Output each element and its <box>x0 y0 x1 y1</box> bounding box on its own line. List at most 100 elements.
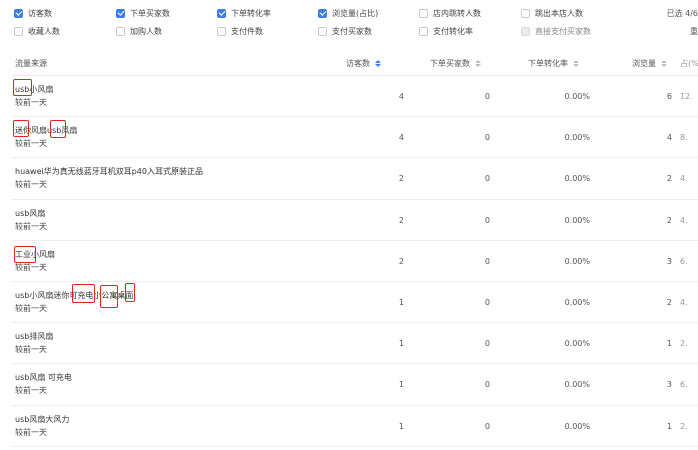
checkbox-icon[interactable] <box>116 26 125 36</box>
order-conversion-cell: 0.00% <box>564 215 590 225</box>
order-conversion-cell: 0.00% <box>564 256 590 266</box>
filter-overflow-text: 重 <box>690 26 698 36</box>
filter-label: 跳出本店人数 <box>535 8 583 18</box>
filter-label: 支付转化率 <box>433 26 473 36</box>
table-row: usb风扇 较前一天 2 0 0.00% 2 4. <box>12 200 698 241</box>
source-cell: 迷你风扇usb风扇 较前一天 <box>15 124 77 150</box>
table-row: usb风扇 可充电 较前一天 1 0 0.00% 3 6. <box>12 364 698 406</box>
visitors-cell: 1 <box>398 339 404 349</box>
pageview-share-cell: 12. <box>680 92 693 101</box>
table-row: 迷你风扇usb风扇 较前一天 4 0 0.00% 4 8. <box>12 117 698 159</box>
checkbox-checked-icon[interactable] <box>14 8 23 18</box>
source-name[interactable]: usb风扇大风力 <box>15 413 69 426</box>
source-name[interactable]: usb小风扇迷你可充电小公寓桌面 <box>15 289 133 302</box>
visitors-cell: 4 <box>398 133 404 143</box>
source-cell: usb小风扇迷你可充电小公寓桌面 较前一天 <box>15 289 133 315</box>
pageview-share-cell: 8. <box>680 133 688 143</box>
pageviews-cell: 6 <box>666 92 672 101</box>
header-visitors[interactable]: 访客数 <box>346 50 381 76</box>
table-body: usb小风扇 较前一天 4 0 0.00% 6 12. 迷你风扇usb风扇 较前一天 4 0 0.00… <box>12 76 698 447</box>
source-cell: usb小风扇 较前一天 <box>15 83 53 109</box>
source-name[interactable]: huawei华为真无线蓝牙耳机双耳p40入耳式原装正品 <box>15 165 203 178</box>
filter-favorites[interactable]: 收藏人数 <box>14 22 60 40</box>
sort-icon[interactable] <box>661 59 667 67</box>
source-name[interactable]: 工业小风扇 <box>15 248 55 261</box>
compare-label: 较前一天 <box>15 303 47 313</box>
header-label: 下单买家数 <box>430 58 470 68</box>
source-cell: usb风扇 可充电 较前一天 <box>15 371 72 397</box>
compare-label: 较前一天 <box>15 262 47 272</box>
filter-in-store-jumps[interactable]: 店内跳转人数 <box>419 4 481 22</box>
source-cell: usb风扇 较前一天 <box>15 207 47 233</box>
header-source: 流量来源 <box>15 58 47 68</box>
order-buyers-cell: 0 <box>484 339 490 349</box>
filter-paid-items[interactable]: 支付件数 <box>217 22 263 40</box>
filter-bounce[interactable]: 跳出本店人数 <box>521 4 583 22</box>
order-buyers-cell: 0 <box>484 174 490 184</box>
checkbox-icon[interactable] <box>318 26 327 36</box>
order-buyers-cell: 0 <box>484 380 490 390</box>
pageviews-cell: 3 <box>666 256 672 266</box>
sort-icon[interactable] <box>573 59 579 67</box>
visitors-cell: 4 <box>398 92 404 101</box>
source-name[interactable]: 迷你风扇usb风扇 <box>15 124 77 137</box>
pageviews-cell: 2 <box>666 215 672 225</box>
checkbox-checked-icon[interactable] <box>318 8 327 18</box>
header-label: 访客数 <box>346 58 370 68</box>
order-buyers-cell: 0 <box>484 92 490 101</box>
filter-direct-paid-buyers: 直接支付买家数 <box>521 22 591 40</box>
traffic-source-table: 流量来源 访客数 下单买家数 下单转化率 浏览量 占(% usb小风扇 较前一天 4… <box>12 50 698 447</box>
checkbox-checked-icon[interactable] <box>217 8 226 18</box>
compare-label: 较前一天 <box>15 386 47 396</box>
order-conversion-cell: 0.00% <box>564 380 590 390</box>
source-name[interactable]: usb风扇 可充电 <box>15 371 72 384</box>
table-row: usb排风扇 较前一天 1 0 0.00% 1 2. <box>12 323 698 365</box>
source-cell: usb风扇大风力 较前一天 <box>15 413 69 439</box>
compare-label: 较前一天 <box>15 139 47 149</box>
checkbox-icon[interactable] <box>521 8 530 18</box>
checkbox-icon[interactable] <box>14 26 23 36</box>
source-name[interactable]: usb小风扇 <box>15 83 53 96</box>
visitors-cell: 2 <box>398 174 404 184</box>
filter-paid-buyers[interactable]: 支付买家数 <box>318 22 372 40</box>
checkbox-icon[interactable] <box>217 26 226 36</box>
filter-order-buyers[interactable]: 下单买家数 <box>116 4 170 22</box>
pageviews-cell: 4 <box>666 133 672 143</box>
source-cell: huawei华为真无线蓝牙耳机双耳p40入耳式原装正品 较前一天 <box>15 165 203 191</box>
checkbox-checked-icon[interactable] <box>116 8 125 18</box>
table-row: huawei华为真无线蓝牙耳机双耳p40入耳式原装正品 较前一天 2 0 0.00% 2 4… <box>12 158 698 200</box>
filter-order-conversion[interactable]: 下单转化率 <box>217 4 271 22</box>
header-order-buyers[interactable]: 下单买家数 <box>430 50 481 76</box>
pageview-share-cell: 2. <box>680 421 688 431</box>
sort-icon[interactable] <box>375 59 381 67</box>
pageview-share-cell: 6. <box>680 256 688 266</box>
visitors-cell: 1 <box>398 380 404 390</box>
compare-label: 较前一天 <box>15 427 47 437</box>
header-pageviews[interactable]: 浏览量 <box>632 50 667 76</box>
pageviews-cell: 2 <box>666 297 672 307</box>
table-row: usb小风扇 较前一天 4 0 0.00% 6 12. <box>12 76 698 118</box>
pageviews-cell: 1 <box>666 339 672 349</box>
checkbox-icon[interactable] <box>419 26 428 36</box>
filter-label: 下单转化率 <box>231 8 271 18</box>
filter-label: 浏览量(占比) <box>332 8 379 18</box>
filter-label: 收藏人数 <box>28 26 60 36</box>
source-name[interactable]: usb风扇 <box>15 207 47 220</box>
filter-label: 访客数 <box>28 8 52 18</box>
compare-label: 较前一天 <box>15 221 47 231</box>
filter-add-to-cart[interactable]: 加购人数 <box>116 22 162 40</box>
checkbox-icon[interactable] <box>419 8 428 18</box>
sort-icon[interactable] <box>475 59 481 67</box>
table-row: usb小风扇迷你可充电小公寓桌面 较前一天 1 0 0.00% 2 4. <box>12 282 698 324</box>
pageview-share-cell: 4. <box>680 297 688 307</box>
source-cell: usb排风扇 较前一天 <box>15 330 53 356</box>
order-conversion-cell: 0.00% <box>564 92 590 101</box>
source-name[interactable]: usb排风扇 <box>15 330 53 343</box>
visitors-cell: 2 <box>398 256 404 266</box>
filter-paid-conversion[interactable]: 支付转化率 <box>419 22 473 40</box>
filter-visitors[interactable]: 访客数 <box>14 4 52 22</box>
order-buyers-cell: 0 <box>484 256 490 266</box>
filter-pageviews[interactable]: 浏览量(占比) <box>318 4 378 22</box>
header-order-conversion[interactable]: 下单转化率 <box>528 50 579 76</box>
filter-label: 店内跳转人数 <box>433 8 481 18</box>
